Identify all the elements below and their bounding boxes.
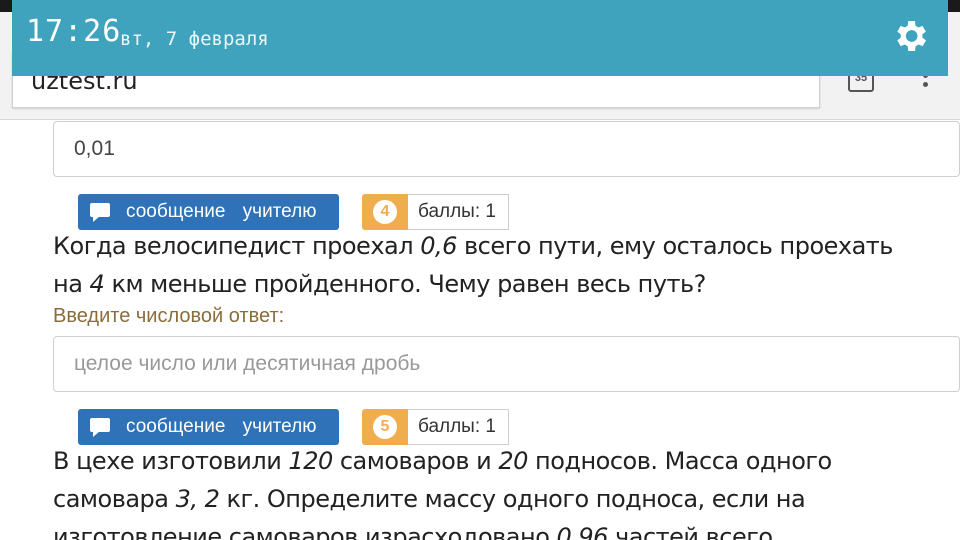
question-text-q5: В цехе изготовили 120 самоваров и 20 под… bbox=[53, 442, 933, 540]
answer-prompt: Введите числовой ответ: bbox=[53, 305, 285, 327]
clock-date: вт, 7 февраля bbox=[120, 28, 269, 50]
question-number-badge: 4 bbox=[362, 194, 408, 230]
question-line: Когда велосипедист проехал 0,6 всего пут… bbox=[53, 232, 893, 260]
question-number-badge: 5 bbox=[362, 409, 408, 445]
question-line: В цехе изготовили 120 самоваров и 20 под… bbox=[53, 447, 832, 475]
message-teacher-button[interactable]: сообщение учителю bbox=[78, 409, 339, 445]
question-number: 4 bbox=[373, 200, 397, 224]
answer-field-q4[interactable]: целое число или десятичная дробь bbox=[53, 336, 960, 392]
message-teacher-label: сообщение учителю bbox=[126, 201, 317, 222]
score-label: баллы: 1 bbox=[408, 194, 509, 230]
score-label: баллы: 1 bbox=[408, 409, 509, 445]
comment-icon bbox=[90, 418, 110, 437]
question-text-q4: Когда велосипедист проехал 0,6 всего пут… bbox=[53, 227, 933, 303]
notification-shade[interactable]: 17:26 вт, 7 февраля bbox=[12, 0, 948, 76]
comment-icon bbox=[90, 203, 110, 222]
clock-time: 17:26 bbox=[26, 14, 122, 49]
question-line: самовара 3, 2 кг. Определите массу одног… bbox=[53, 485, 806, 513]
message-teacher-button[interactable]: сообщение учителю bbox=[78, 194, 339, 230]
question-number: 5 bbox=[373, 415, 397, 439]
question-line: на 4 км меньше пройденного. Чему равен в… bbox=[53, 270, 706, 298]
gear-icon[interactable] bbox=[890, 16, 930, 56]
message-teacher-label: сообщение учителю bbox=[126, 416, 317, 437]
question-line: изготовление самоваров израсходовано 0,9… bbox=[53, 523, 773, 540]
answer-field-q3[interactable]: 0,01 bbox=[53, 121, 960, 177]
